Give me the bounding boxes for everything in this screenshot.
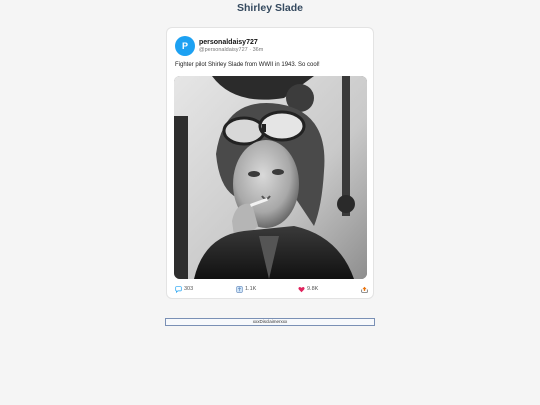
share-icon bbox=[361, 286, 368, 293]
post-photo[interactable] bbox=[174, 76, 367, 279]
retweet-button[interactable]: 1.1K bbox=[236, 284, 256, 294]
page-title: Shirley Slade bbox=[237, 2, 303, 14]
retweet-icon bbox=[236, 285, 243, 293]
like-count: 9.8K bbox=[307, 286, 319, 292]
post-text: Fighter pilot Shirley Slade from WWII in… bbox=[175, 62, 320, 68]
share-button[interactable] bbox=[361, 284, 370, 294]
comment-button[interactable]: 303 bbox=[175, 284, 193, 294]
heart-icon bbox=[298, 286, 305, 292]
comment-icon bbox=[175, 285, 182, 293]
username[interactable]: personaldaisy727 bbox=[199, 38, 258, 47]
handle-and-time: @personaldaisy727 · 36m bbox=[199, 47, 264, 53]
comment-count: 303 bbox=[184, 286, 194, 292]
avatar[interactable]: P bbox=[175, 36, 195, 56]
action-bar: 303 1.1K 9.8K bbox=[175, 284, 370, 294]
retweet-count: 1.1K bbox=[245, 286, 257, 292]
photo-image bbox=[174, 76, 367, 279]
like-button[interactable]: 9.8K bbox=[298, 284, 318, 294]
tweet-card: P personaldaisy727 @personaldaisy727 · 3… bbox=[166, 27, 374, 299]
disclaimer-banner: xxxDisclaimerxxx bbox=[165, 318, 375, 326]
